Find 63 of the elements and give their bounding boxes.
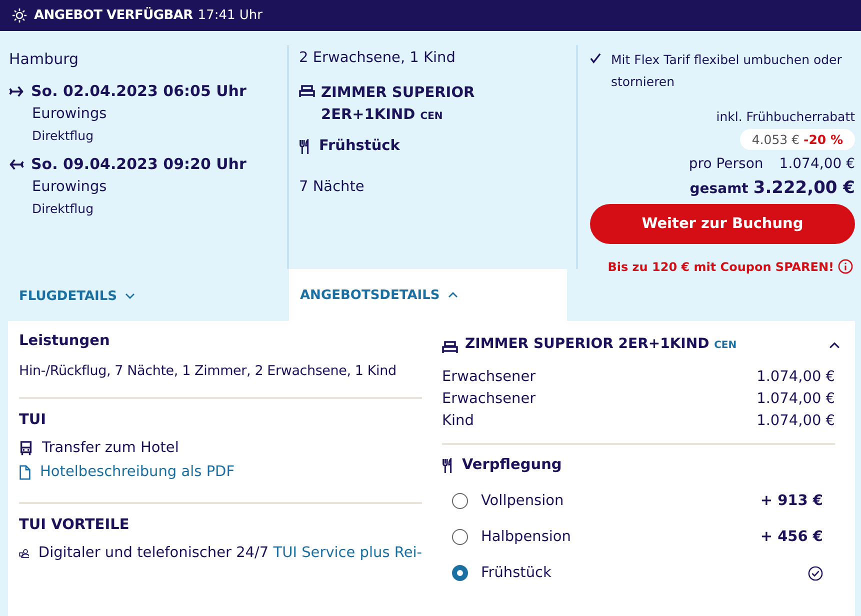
cutlery-icon: [299, 138, 311, 154]
airline-name: Eurowings: [31, 106, 108, 122]
board-option[interactable]: Frühstück: [481, 565, 552, 581]
discount-percent: -20 %: [804, 132, 843, 147]
total-label: gesamt: [690, 181, 748, 197]
caret-icon[interactable]: [829, 342, 840, 348]
caret-icon: [448, 292, 458, 298]
section-title: TUI: [19, 412, 48, 428]
per-person-label: pro Person: [688, 156, 764, 172]
service-link[interactable]: TUI Service plus Rei-: [273, 545, 422, 561]
coupon-link[interactable]: Bis zu 120 € mit Coupon SPAREN!: [608, 260, 834, 274]
people-icon: [19, 546, 30, 560]
discount-note: inkl. Frühbucherrabatt: [715, 109, 855, 124]
details-tab[interactable]: ANGEBOTSDETAILS: [289, 269, 567, 321]
radio-button[interactable]: [452, 493, 468, 509]
flight-type: Direktflug: [31, 201, 95, 216]
departure-city: Hamburg: [9, 50, 80, 68]
check-circle-icon: [808, 566, 823, 580]
board-option[interactable]: Halbpension: [481, 529, 571, 545]
board-option[interactable]: Vollpension: [481, 493, 564, 509]
board-type: Frühstück: [319, 138, 400, 154]
guest-price: 1.074,00 €: [756, 391, 835, 407]
details-tab[interactable]: FLUGDETAILS: [0, 269, 289, 321]
booking-button[interactable]: Weiter zur Buchung: [590, 204, 855, 244]
pdf-link[interactable]: Hotelbeschreibung als PDF: [40, 464, 235, 480]
document-icon: [19, 464, 31, 480]
section-title: Leistungen: [19, 333, 111, 349]
old-price: 4.053 €: [752, 132, 800, 147]
guest-type: Kind: [442, 413, 474, 429]
bed-icon: [299, 85, 315, 97]
service-item: Transfer zum Hotel: [42, 440, 179, 456]
radio-button[interactable]: [452, 529, 468, 545]
section-title: TUI VORTEILE: [19, 517, 130, 533]
nights: 7 Nächte: [299, 179, 366, 195]
radio-button[interactable]: [452, 565, 468, 581]
room-title: ZIMMER SUPERIOR 2ER+1KIND CEN: [465, 335, 737, 354]
board-title: Verpflegung: [462, 457, 562, 473]
guest-price: 1.074,00 €: [756, 413, 835, 429]
caret-icon: [125, 293, 136, 299]
check-icon: [590, 53, 601, 64]
banner-time: 17:41 Uhr: [198, 8, 262, 23]
flight-type: Direktflug: [31, 128, 95, 143]
airline-name: Eurowings: [31, 179, 108, 195]
flex-note: Mit Flex Tarif flexibel umbuchen oder stornieren: [611, 51, 843, 91]
room-name: ZIMMER SUPERIOR 2ER+1KIND CEN: [321, 84, 476, 125]
guest-price: 1.074,00 €: [756, 369, 835, 385]
total-price: 3.222,00 €: [753, 178, 855, 198]
flight-date: So. 02.04.2023 06:05 Uhr: [31, 82, 246, 100]
guest-type: Erwachsener: [442, 391, 536, 407]
info-icon[interactable]: [838, 259, 853, 274]
advantage-text: Digitaler und telefonischer 24/7 TUI Service plus Rei-: [38, 545, 422, 561]
travellers: 2 Erwachsene, 1 Kind: [299, 50, 456, 66]
sun-icon: [12, 8, 27, 23]
cutlery-icon: [442, 458, 454, 472]
per-person-price: 1.074,00 €: [779, 156, 855, 172]
flight-date: So. 09.04.2023 09:20 Uhr: [31, 155, 246, 173]
guest-type: Erwachsener: [442, 369, 536, 385]
banner-title: ANGEBOT VERFÜGBAR: [34, 8, 193, 23]
services-text: Hin-/Rückflug, 7 Nächte, 1 Zimmer, 2 Erwachsene, 1 Kind: [19, 363, 398, 379]
bed-icon: [442, 340, 458, 352]
board-price: + 913 €: [760, 493, 823, 509]
bus-icon: [19, 440, 33, 456]
board-price: + 456 €: [760, 529, 823, 545]
